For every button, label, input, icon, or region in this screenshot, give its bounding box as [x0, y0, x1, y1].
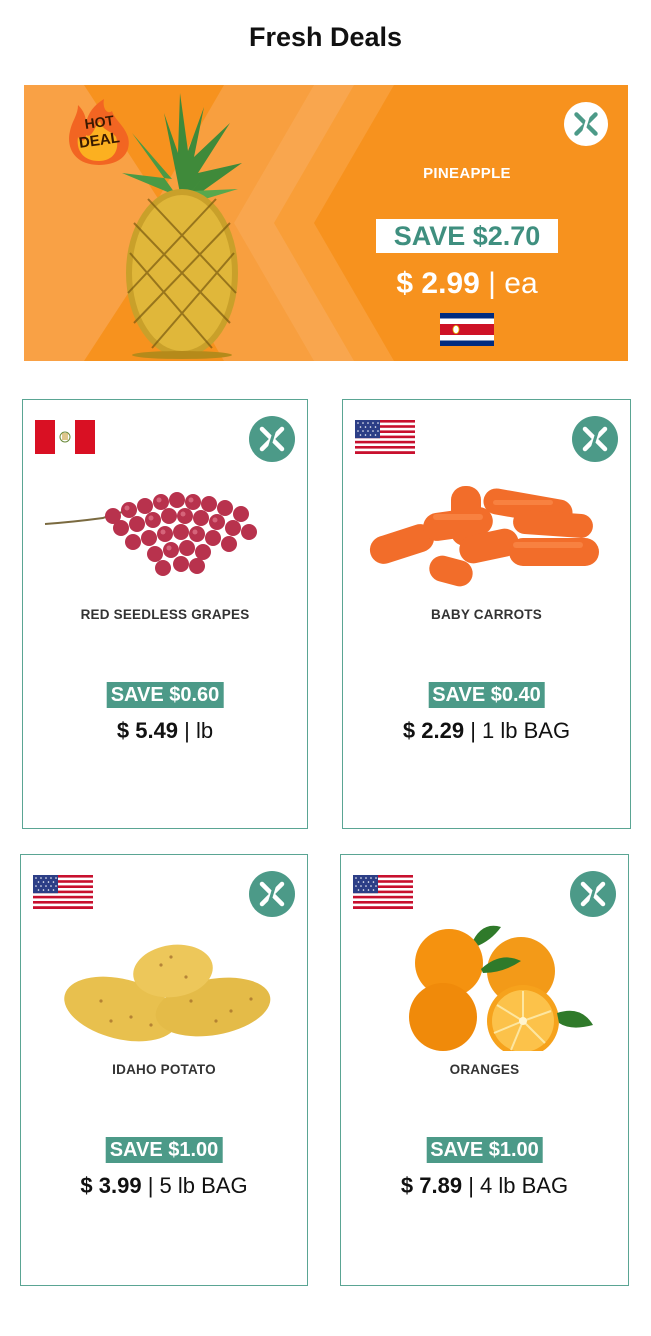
- product-price: $ 2.29 | 1 lb BAG: [343, 718, 630, 744]
- save-badge: SAVE $0.60: [106, 682, 224, 708]
- hero-banner[interactable]: HOT DEAL PINEAPPLE SAVE $2.70 $ 2.99 | e…: [24, 85, 628, 361]
- brand-x-icon: [249, 416, 295, 462]
- potato-image: [64, 944, 271, 1042]
- price-amount: $ 2.29: [402, 718, 465, 743]
- product-price: $ 5.49 | lb: [23, 718, 307, 744]
- price-unit: | 5 lb BAG: [147, 1173, 248, 1198]
- price-unit: | 4 lb BAG: [468, 1173, 569, 1198]
- brand-x-icon: [572, 416, 618, 462]
- usa-flag-icon: [355, 420, 415, 454]
- hero-price: $ 2.99 | ea: [354, 267, 580, 301]
- peru-flag-icon: [35, 420, 95, 454]
- price-unit: | lb: [184, 718, 214, 743]
- product-name: BABY CARROTS: [431, 607, 542, 622]
- product-card-potato[interactable]: IDAHO POTATO SAVE $1.00 $ 3.99 | 5 lb BA…: [20, 854, 308, 1286]
- usa-flag-icon: [353, 875, 413, 909]
- product-card-oranges[interactable]: ORANGES SAVE $1.00 $ 7.89 | 4 lb BAG: [340, 854, 629, 1286]
- price-unit: | 1 lb BAG: [470, 718, 571, 743]
- brand-x-icon: [564, 102, 608, 146]
- price-amount: $ 7.89: [400, 1173, 463, 1198]
- save-badge: SAVE $1.00: [426, 1137, 543, 1163]
- hero-product-name: PINEAPPLE: [423, 165, 511, 182]
- oranges-image: [409, 925, 593, 1051]
- save-badge: SAVE $0.40: [428, 682, 545, 708]
- usa-flag-icon: [33, 875, 93, 909]
- costa-rica-flag-icon: [440, 313, 494, 346]
- page-title: Fresh Deals: [248, 22, 403, 52]
- product-name: ORANGES: [449, 1062, 520, 1077]
- product-name: IDAHO POTATO: [112, 1062, 216, 1077]
- product-name: RED SEEDLESS GRAPES: [80, 607, 250, 622]
- grapes-image: [44, 492, 257, 576]
- hero-price-amount: $ 2.99: [396, 267, 480, 300]
- product-card-carrots[interactable]: BABY CARROTS SAVE $0.40 $ 2.29 | 1 lb BA…: [342, 399, 631, 829]
- brand-x-icon: [249, 871, 295, 917]
- brand-x-icon: [570, 871, 616, 917]
- product-price: $ 7.89 | 4 lb BAG: [341, 1173, 628, 1199]
- carrots-image: [369, 486, 599, 587]
- product-price: $ 3.99 | 5 lb BAG: [21, 1173, 307, 1199]
- pineapple-image: [122, 93, 242, 359]
- price-amount: $ 3.99: [80, 1173, 142, 1198]
- hero-price-unit: | ea: [488, 267, 538, 300]
- hero-save-badge: SAVE $2.70: [376, 219, 558, 253]
- product-card-grapes[interactable]: RED SEEDLESS GRAPES SAVE $0.60 $ 5.49 | …: [22, 399, 308, 829]
- save-badge: SAVE $1.00: [105, 1137, 223, 1163]
- price-amount: $ 5.49: [116, 718, 179, 743]
